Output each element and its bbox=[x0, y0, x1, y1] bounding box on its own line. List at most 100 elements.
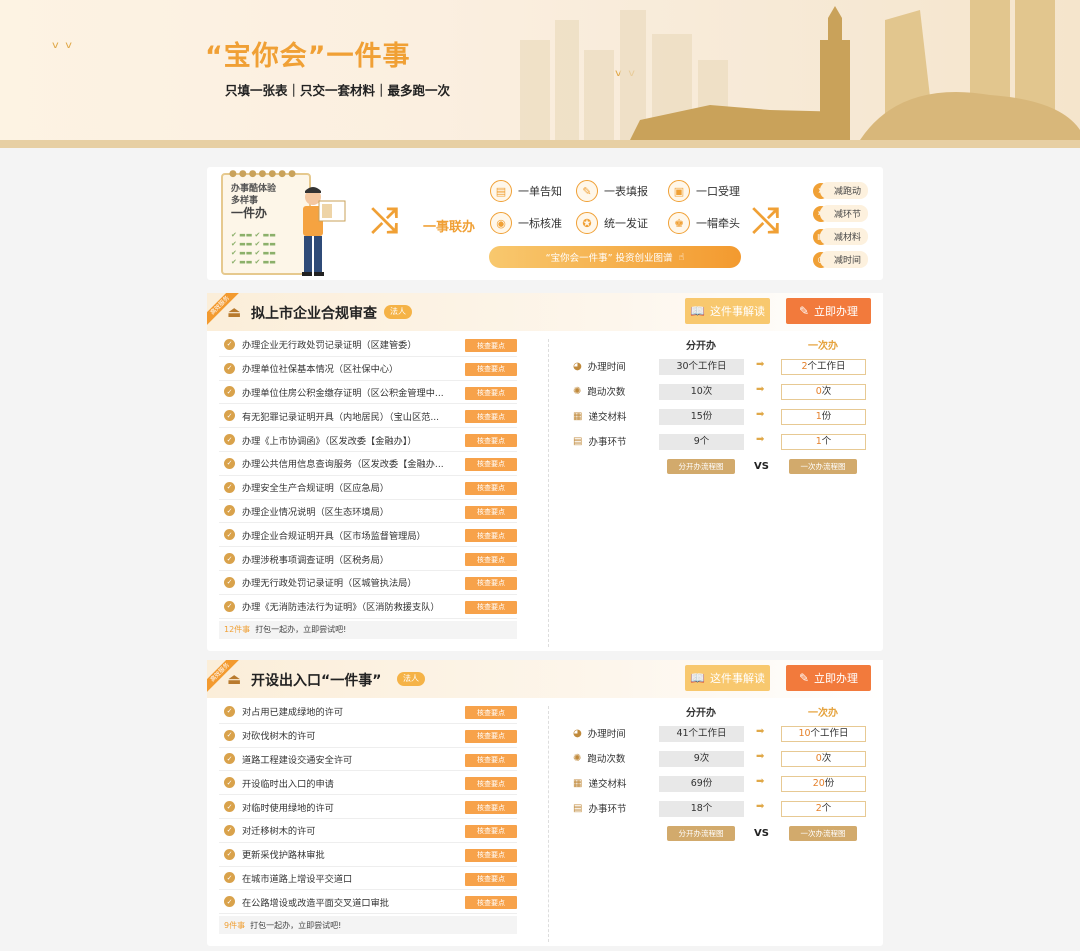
check-icon: ✓ bbox=[224, 481, 235, 493]
check-points-button[interactable]: 核查要点 bbox=[465, 457, 517, 471]
separate-flowchart-button[interactable]: 分开办流程图 bbox=[667, 826, 735, 841]
edit-icon: ✎ bbox=[798, 671, 810, 685]
comparison-row: ◕ 办理时间 41个工作日 ➡ 10个工作日 bbox=[573, 726, 873, 742]
check-points-button[interactable]: 核查要点 bbox=[465, 386, 517, 400]
check-icon: ✓ bbox=[224, 410, 235, 422]
material-icon: ▦ bbox=[573, 777, 583, 789]
comparison-row: ◕ 办理时间 30个工作日 ➡ 2个工作日 bbox=[573, 359, 873, 375]
vertical-divider bbox=[548, 339, 549, 647]
list-item[interactable]: ✓ 办理企业无行政处罚记录证明（区建管委） 核查要点 bbox=[219, 333, 517, 357]
check-points-button[interactable]: 核查要点 bbox=[465, 706, 517, 719]
city-skyline-icon bbox=[520, 0, 1080, 140]
check-icon: ✓ bbox=[224, 553, 235, 565]
check-icon: ✓ bbox=[224, 529, 235, 541]
step-icon: ▤ bbox=[573, 802, 583, 814]
feature-item: ✎ 一表填报 bbox=[576, 180, 648, 202]
list-item[interactable]: ✓ 办理涉税事项调查证明（区税务局） 核查要点 bbox=[219, 547, 517, 571]
list-item[interactable]: ✓ 办理单位住房公积金缴存证明（区公积金管理中... 核查要点 bbox=[219, 381, 517, 405]
arrow-right-icon: ➡ bbox=[756, 434, 765, 445]
accept-icon: ▣ bbox=[668, 180, 690, 202]
list-item[interactable]: ✓ 对临时使用绿地的许可 核查要点 bbox=[219, 795, 517, 819]
list-item[interactable]: ✓ 办理安全生产合规证明（区应急局） 核查要点 bbox=[219, 476, 517, 500]
combined-flowchart-button[interactable]: 一次办流程图 bbox=[789, 459, 857, 474]
list-item[interactable]: ✓ 开设临时出入口的申请 核查要点 bbox=[219, 771, 517, 796]
hand-pointer-icon: ☝ bbox=[678, 251, 685, 263]
check-points-button[interactable]: 核查要点 bbox=[465, 872, 517, 886]
section-header: 高效服务 ⏏ 拟上市企业合规审查 法人 📖 这件事解读 ✎ 立即办理 bbox=[207, 293, 883, 331]
check-icon: ✓ bbox=[224, 600, 235, 612]
check-points-button[interactable]: 核查要点 bbox=[465, 777, 517, 791]
check-points-button[interactable]: 核查要点 bbox=[465, 801, 517, 815]
list-item[interactable]: ✓ 更新采伐护路林审批 核查要点 bbox=[219, 843, 517, 867]
item-list: ✓ 对占用已建成绿地的许可 核查要点 ✓ 对砍伐树木的许可 核查要点 ✓ 道路工程建设交通… bbox=[219, 700, 517, 935]
clock-icon: ◕ bbox=[573, 727, 582, 739]
section-card-listing-compliance: 高效服务 ⏏ 拟上市企业合规审查 法人 📖 这件事解读 ✎ 立即办理 ✓ 办理企业无行… bbox=[207, 293, 883, 651]
check-icon: ✓ bbox=[224, 386, 235, 398]
list-item[interactable]: ✓ 对占用已建成绿地的许可 核查要点 bbox=[219, 700, 517, 724]
feature-item: ▤ 一单告知 bbox=[490, 180, 562, 202]
check-icon: ✓ bbox=[224, 362, 235, 374]
check-points-button[interactable]: 核查要点 bbox=[465, 481, 517, 495]
list-item[interactable]: ✓ 在公路增设或改造平面交叉道口审批 核查要点 bbox=[219, 890, 517, 915]
comparison-panel: 分开办 一次办 ◕ 办理时间 41个工作日 ➡ 10个工作日 ✺ 跑动次数 9次 ➡… bbox=[573, 704, 873, 844]
list-item[interactable]: ✓ 道路工程建设交通安全许可 核查要点 bbox=[219, 748, 517, 772]
check-points-button[interactable]: 核查要点 bbox=[465, 362, 517, 376]
apply-now-button[interactable]: ✎ 立即办理 bbox=[786, 298, 871, 324]
list-item[interactable]: ✓ 有无犯罪记录证明开具（内地居民）（宝山区范... 核查要点 bbox=[219, 404, 517, 429]
check-points-button[interactable]: 核查要点 bbox=[465, 753, 517, 767]
check-icon: ✓ bbox=[224, 457, 235, 469]
investment-guide-button[interactable]: “宝你会一件事” 投资创业图谱 ☝ bbox=[489, 246, 741, 268]
check-points-button[interactable]: 核查要点 bbox=[465, 848, 517, 862]
list-item[interactable]: ✓ 办理《无消防违法行为证明》（区消防救援支队） 核查要点 bbox=[219, 595, 517, 619]
check-points-button[interactable]: 核查要点 bbox=[465, 600, 517, 614]
check-icon: ✓ bbox=[224, 434, 235, 446]
check-points-button[interactable]: 核查要点 bbox=[465, 553, 517, 567]
check-points-button[interactable]: 核查要点 bbox=[465, 824, 517, 838]
interpret-button[interactable]: 📖 这件事解读 bbox=[685, 298, 770, 324]
list-item[interactable]: ✓ 办理无行政处罚记录证明（区城管执法局） 核查要点 bbox=[219, 571, 517, 595]
comparison-row: ▤ 办事环节 18个 ➡ 2个 bbox=[573, 801, 873, 817]
item-count: 12件事 bbox=[224, 625, 251, 635]
apply-now-button[interactable]: ✎ 立即办理 bbox=[786, 665, 871, 691]
comparison-row: ▤ 办事环节 9个 ➡ 1个 bbox=[573, 434, 873, 450]
check-points-button[interactable]: 核查要点 bbox=[465, 729, 517, 743]
feature-item: ▣ 一口受理 bbox=[668, 180, 740, 202]
reduce-item: ➤减跑动 bbox=[813, 182, 869, 199]
list-item[interactable]: ✓ 办理企业情况说明（区生态环境局） 核查要点 bbox=[219, 500, 517, 524]
list-item[interactable]: ✓ 对迁移树木的许可 核查要点 bbox=[219, 819, 517, 843]
banner-title: “宝你会”一件事 bbox=[205, 41, 411, 72]
list-item[interactable]: ✓ 办理单位社保基本情况（区社保中心） 核查要点 bbox=[219, 357, 517, 381]
check-points-button[interactable]: 核查要点 bbox=[465, 529, 517, 543]
comparison-row: ▦ 递交材料 69份 ➡ 20份 bbox=[573, 776, 873, 792]
list-item[interactable]: ✓ 办理公共信用信息查询服务（区发改委【金融办... 核查要点 bbox=[219, 452, 517, 476]
list-item[interactable]: ✓ 办理企业合规证明开具（区市场监督管理局） 核查要点 bbox=[219, 523, 517, 548]
notepad-rings-icon: ●●●●●●● bbox=[229, 169, 298, 179]
checklist-icon: ✔ ▬▬ ✔ ▬▬ ✔ ▬▬ ✔ ▬▬ ✔ ▬▬ ✔ ▬▬ ✔ ▬▬ ✔ ▬▬ bbox=[231, 231, 276, 266]
combined-flowchart-button[interactable]: 一次办流程图 bbox=[789, 826, 857, 841]
banner-stripe bbox=[0, 140, 1080, 148]
separate-header: 分开办 bbox=[686, 708, 716, 719]
clock-icon: ◕ bbox=[573, 360, 582, 372]
list-item[interactable]: ✓ 办理《上市协调函》（区发改委【金融办】） 核查要点 bbox=[219, 428, 517, 452]
check-icon: ✓ bbox=[224, 801, 235, 813]
interpret-button[interactable]: 📖 这件事解读 bbox=[685, 665, 770, 691]
check-points-button[interactable]: 核查要点 bbox=[465, 896, 517, 910]
service-bell-icon: ⏏ bbox=[227, 670, 242, 688]
list-item[interactable]: ✓ 在城市道路上增设平交道口 核查要点 bbox=[219, 867, 517, 891]
arrow-right-icon: ➡ bbox=[756, 359, 765, 370]
arrows-split-icon: ⤭ bbox=[752, 201, 780, 241]
item-list: ✓ 办理企业无行政处罚记录证明（区建管委） 核查要点 ✓ 办理单位社保基本情况（区社保… bbox=[219, 333, 517, 639]
check-points-button[interactable]: 核查要点 bbox=[465, 339, 517, 352]
check-points-button[interactable]: 核查要点 bbox=[465, 410, 517, 424]
check-points-button[interactable]: 核查要点 bbox=[465, 505, 517, 519]
item-count: 9件事 bbox=[224, 920, 246, 930]
lianban-label: 一事联办 bbox=[423, 220, 476, 235]
list-footer: 12件事 打包一起办，立即尝试吧! bbox=[219, 620, 517, 639]
list-footer: 9件事 打包一起办，立即尝试吧! bbox=[219, 916, 517, 935]
arrow-right-icon: ➡ bbox=[756, 801, 765, 812]
separate-flowchart-button[interactable]: 分开办流程图 bbox=[667, 459, 735, 474]
notice-icon: ▤ bbox=[490, 180, 512, 202]
list-item[interactable]: ✓ 对砍伐树木的许可 核查要点 bbox=[219, 724, 517, 748]
check-points-button[interactable]: 核查要点 bbox=[465, 434, 517, 448]
check-points-button[interactable]: 核查要点 bbox=[465, 576, 517, 590]
